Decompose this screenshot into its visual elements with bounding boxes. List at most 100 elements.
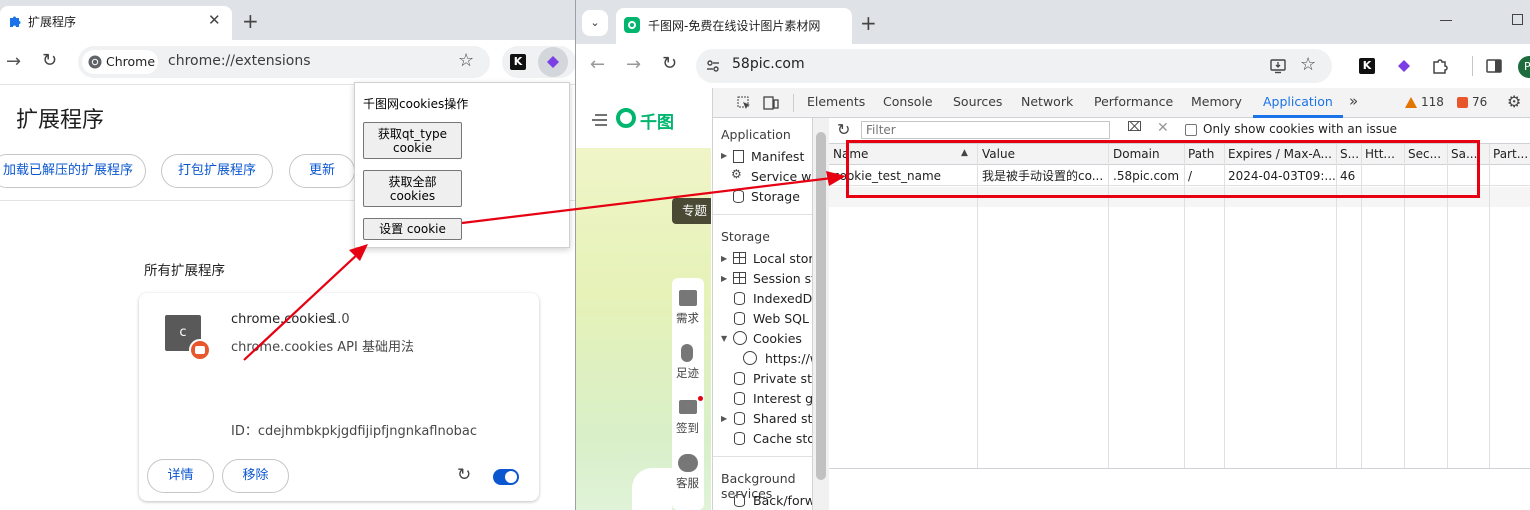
set-cookie-button[interactable]: 设置 cookie	[363, 218, 462, 240]
side-panel-icon[interactable]	[1486, 59, 1502, 73]
sidebar-storage[interactable]: Storage	[751, 189, 800, 204]
tab-elements[interactable]: Elements	[807, 94, 865, 109]
extensions-puzzle-icon[interactable]	[1431, 57, 1449, 75]
extension-popup: 千图网cookies操作 获取qt_type cookie 获取全部 cookies…	[354, 82, 570, 248]
star-icon[interactable]: ☆	[458, 50, 474, 71]
sidebar-interest-groups[interactable]: Interest groups	[753, 391, 812, 406]
extensions-window: 扩展程序 ✕ + → ↻ Chrome chrome://extensions …	[0, 0, 580, 510]
sidebar-web-sql[interactable]: Web SQL	[753, 311, 809, 326]
shared-storage-arrow-icon[interactable]: ▶	[721, 414, 727, 423]
address-bar-right[interactable]: 58pic.com ☆	[696, 49, 1332, 83]
sidebar-scrollbar[interactable]	[813, 118, 829, 510]
inspect-element-icon[interactable]	[737, 96, 751, 110]
tab-58pic[interactable]: 千图网-免费在线设计图片素材网	[616, 8, 852, 44]
profile-avatar[interactable]: P	[1518, 56, 1530, 78]
table-icon-2	[733, 272, 746, 284]
extension-version: 1.0	[329, 312, 350, 327]
warning-icon	[1405, 97, 1417, 108]
update-button[interactable]: 更新	[289, 154, 355, 188]
sidebar-cache-storage[interactable]: Cache storage	[753, 431, 812, 446]
tab-network[interactable]: Network	[1021, 94, 1073, 109]
enable-toggle[interactable]	[493, 469, 519, 485]
sidebar-private-state-tokens[interactable]: Private state tokens	[753, 371, 812, 386]
star-icon-right[interactable]: ☆	[1300, 54, 1316, 75]
tab-search-chevron-down-icon[interactable]: ⌄	[582, 10, 608, 36]
extension-icons-group: K	[502, 46, 576, 78]
tab-extensions[interactable]: 扩展程序 ✕	[0, 6, 232, 40]
tab-application[interactable]: Application	[1263, 94, 1333, 109]
nav-footprint[interactable]: 足迹	[676, 365, 699, 381]
cookies-expanded-arrow-icon[interactable]: ▼	[721, 334, 727, 343]
back-icon[interactable]: ←	[590, 54, 605, 75]
clear-filtered-icon[interactable]: ⌧	[1127, 120, 1142, 135]
new-tab-icon[interactable]: +	[242, 9, 259, 33]
scrollbar-thumb[interactable]	[816, 132, 826, 480]
url-text: chrome://extensions	[168, 53, 311, 69]
more-tabs-icon[interactable]: »	[1349, 92, 1358, 110]
cookie-origin-icon	[743, 351, 757, 365]
forward-icon-right[interactable]: →	[626, 54, 641, 75]
k-extension-icon[interactable]: K	[510, 54, 526, 70]
get-qt-type-cookie-button[interactable]: 获取qt_type cookie	[363, 122, 462, 159]
sidebar-manifest[interactable]: Manifest	[751, 149, 804, 164]
cookies-extension-button[interactable]	[538, 47, 568, 77]
tab-performance[interactable]: Performance	[1094, 94, 1173, 109]
install-app-icon[interactable]	[1270, 58, 1286, 74]
details-button[interactable]: 详情	[147, 459, 214, 493]
col-partition[interactable]: Part...	[1489, 144, 1530, 165]
error-count[interactable]: 76	[1472, 95, 1487, 109]
qiantu-logo-icon[interactable]	[616, 108, 636, 128]
minimize-icon[interactable]	[1440, 20, 1452, 21]
manifest-icon	[733, 150, 744, 163]
sidebar-cookie-origin[interactable]: https://www.58pic.com	[765, 351, 812, 366]
sidebar-back-forward-cache[interactable]: Back/forward cache	[753, 493, 812, 508]
expand-arrow-icon[interactable]: ▶	[721, 151, 727, 160]
load-unpacked-button[interactable]: 加载已解压的扩展程序	[0, 154, 146, 188]
nav-demand[interactable]: 需求	[676, 310, 699, 326]
close-tab-icon[interactable]: ✕	[208, 11, 221, 29]
pack-extension-button[interactable]: 打包扩展程序	[161, 154, 273, 188]
58pic-window: ⌄ 千图网-免费在线设计图片素材网 + ← → ↻ 58pic.com ☆ K …	[575, 0, 1530, 510]
k-extension-icon-right[interactable]: K	[1359, 58, 1375, 74]
warning-count[interactable]: 118	[1421, 95, 1444, 109]
sidebar-shared-storage[interactable]: Shared storage	[753, 411, 812, 426]
service-icon[interactable]	[678, 454, 698, 472]
sidebar-indexeddb[interactable]: IndexedDB	[753, 291, 812, 306]
extension-gem-icon-right[interactable]	[1398, 60, 1410, 72]
refresh-icon[interactable]: ↻	[837, 120, 850, 139]
sidebar-service-workers[interactable]: Service workers	[751, 169, 812, 184]
new-tab-icon-right[interactable]: +	[860, 11, 877, 35]
topic-badge[interactable]: 专题	[672, 198, 711, 224]
demand-icon[interactable]	[679, 290, 697, 306]
get-all-cookies-button[interactable]: 获取全部 cookies	[363, 170, 462, 207]
local-storage-arrow-icon[interactable]: ▶	[721, 254, 727, 263]
reload-icon-right[interactable]: ↻	[662, 53, 677, 74]
private-tokens-icon	[734, 372, 745, 385]
maximize-icon[interactable]	[1512, 14, 1523, 25]
nav-service[interactable]: 客服	[676, 475, 699, 491]
tab-console[interactable]: Console	[883, 94, 933, 109]
remove-button[interactable]: 移除	[222, 459, 289, 493]
nav-checkin[interactable]: 签到	[676, 420, 699, 436]
footprint-icon[interactable]	[681, 344, 693, 362]
tab-memory[interactable]: Memory	[1191, 94, 1242, 109]
site-info-icon[interactable]	[706, 59, 720, 73]
reload-icon[interactable]: ↻	[42, 50, 57, 71]
only-issue-checkbox[interactable]	[1185, 124, 1197, 136]
col-divider	[1489, 144, 1490, 468]
reload-extension-icon[interactable]: ↻	[457, 465, 471, 485]
checkin-icon[interactable]	[679, 400, 697, 414]
sidebar-local-storage[interactable]: Local storage	[753, 251, 812, 266]
chrome-chip[interactable]: Chrome	[82, 50, 158, 74]
forward-icon[interactable]: →	[6, 51, 21, 72]
delete-selected-icon[interactable]: ✕	[1157, 120, 1169, 136]
session-storage-arrow-icon[interactable]: ▶	[721, 274, 727, 283]
tab-sources[interactable]: Sources	[953, 94, 1002, 109]
menu-icon[interactable]	[592, 114, 608, 126]
sidebar-session-storage[interactable]: Session storage	[753, 271, 812, 286]
address-bar[interactable]: Chrome chrome://extensions ☆	[78, 46, 490, 78]
sidebar-cookies[interactable]: Cookies	[753, 331, 802, 346]
device-toolbar-icon[interactable]	[763, 96, 779, 110]
settings-gear-icon[interactable]: ⚙	[1507, 92, 1521, 111]
filter-input[interactable]	[861, 121, 1110, 139]
